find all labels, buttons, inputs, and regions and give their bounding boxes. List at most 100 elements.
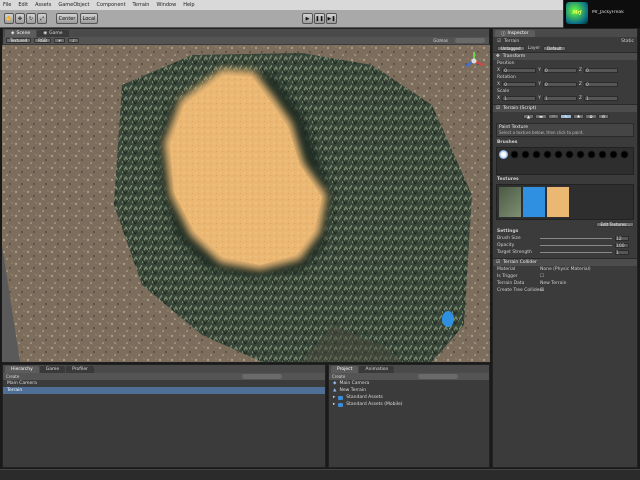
raise-terrain-tool[interactable]: ▲	[523, 114, 535, 119]
rotate-tool-button[interactable]: ↻	[26, 13, 36, 24]
hierarchy-create-button[interactable]: Create	[6, 374, 19, 379]
scene-tabs: ◈ Scene ◉ Game	[3, 29, 489, 37]
brush-item[interactable]	[620, 150, 629, 159]
scale-x-field[interactable]: 1	[502, 96, 537, 102]
pivot-toggle[interactable]: Center	[56, 13, 78, 24]
brush-item[interactable]	[554, 150, 563, 159]
brush-item[interactable]	[609, 150, 618, 159]
texture-sand-thumbnail[interactable]	[547, 187, 569, 217]
layer-dropdown[interactable]: Default	[543, 46, 566, 51]
place-trees-tool[interactable]: ♣	[572, 114, 585, 119]
scale-y-field[interactable]: 1	[542, 96, 577, 102]
lighting-toggle[interactable]: ☀	[53, 38, 66, 43]
collider-component-checkbox[interactable]: ☑	[496, 260, 500, 265]
scene-search-input[interactable]	[455, 38, 485, 43]
scene-controlbar: Textured RGB ☀ ♪ Gizmos	[3, 37, 489, 44]
tab-inspector[interactable]: ⓘ Inspector	[495, 30, 535, 37]
object-name[interactable]: Terrain	[504, 39, 519, 44]
transform-header[interactable]: ✥ Transform	[493, 52, 637, 60]
rotation-z-field[interactable]: 0	[583, 82, 618, 88]
tab-game[interactable]: ◉ Game	[37, 30, 69, 37]
scene-viewport[interactable]	[2, 45, 490, 362]
project-item-standard-assets[interactable]: ▸ Standard Assets	[329, 394, 489, 401]
pause-button[interactable]: ❚❚	[314, 13, 325, 24]
tab-profiler[interactable]: Profiler	[66, 366, 95, 373]
step-button[interactable]: ▶❚	[326, 13, 337, 24]
tab-scene[interactable]: ◈ Scene	[5, 30, 37, 37]
material-field[interactable]: None (Physic Material)	[540, 267, 591, 272]
texture-water-thumbnail[interactable]	[523, 187, 545, 217]
tree-colliders-checkbox[interactable]: ☑	[540, 288, 544, 293]
target-strength-slider[interactable]	[540, 252, 612, 253]
opacity-field[interactable]: 100	[615, 243, 629, 249]
project-item-label: Standard Assets (Mobile)	[346, 402, 403, 407]
brush-item[interactable]	[543, 150, 552, 159]
menu-gameobject[interactable]: GameObject	[58, 2, 89, 8]
menu-edit[interactable]: Edit	[18, 2, 28, 8]
brush-item[interactable]	[565, 150, 574, 159]
brush-item[interactable]	[510, 150, 519, 159]
rotation-y-field[interactable]: 0	[542, 82, 577, 88]
shading-dropdown[interactable]: Textured	[6, 38, 32, 43]
audio-toggle[interactable]: ♪	[68, 38, 79, 43]
hierarchy-item-main-camera[interactable]: Main Camera	[3, 380, 325, 387]
play-button[interactable]: ▶	[302, 13, 313, 24]
menu-file[interactable]: File	[3, 2, 11, 8]
paint-height-tool[interactable]: ▬	[535, 114, 547, 119]
smooth-height-tool[interactable]: ◠	[547, 114, 560, 119]
brush-item[interactable]	[576, 150, 585, 159]
project-item-new-terrain[interactable]: ▲ New Terrain	[329, 387, 489, 394]
terrain-settings-tool[interactable]: ⚙	[597, 114, 610, 119]
project-create-button[interactable]: Create	[332, 374, 345, 379]
scale-tool-button[interactable]: ⤢	[37, 13, 47, 24]
brush-item[interactable]	[521, 150, 530, 159]
texture-rock-thumbnail[interactable]	[499, 187, 521, 217]
rotation-x-field[interactable]: 0	[502, 82, 537, 88]
edit-textures-button[interactable]: Edit Textures...	[596, 222, 634, 227]
project-item-standard-assets-mobile[interactable]: ▸ Standard Assets (Mobile)	[329, 401, 489, 408]
hierarchy-item-terrain[interactable]: Terrain	[3, 387, 325, 394]
target-strength-field[interactable]: 1	[615, 250, 629, 256]
is-trigger-checkbox[interactable]: ☐	[540, 274, 544, 279]
terrain-script-header[interactable]: ☑ Terrain (Script)	[493, 104, 637, 112]
scene-orientation-gizmo[interactable]	[464, 51, 484, 71]
position-y-field[interactable]: 0	[542, 68, 577, 74]
position-x-field[interactable]: 0	[502, 68, 537, 74]
static-toggle[interactable]: Static	[621, 39, 634, 44]
terrain-data-field[interactable]: New Terrain	[540, 281, 566, 286]
tab-game-2[interactable]: Game	[39, 366, 66, 373]
render-mode-dropdown[interactable]: RGB	[34, 38, 51, 43]
object-active-checkbox[interactable]: ☑	[497, 39, 501, 44]
project-item-main-camera[interactable]: ◆ Main Camera	[329, 380, 489, 387]
hierarchy-search-input[interactable]	[242, 374, 283, 379]
rotation-label: Rotation	[497, 75, 516, 80]
tab-hierarchy[interactable]: Hierarchy	[5, 366, 39, 373]
terrain-component-checkbox[interactable]: ☑	[496, 106, 500, 111]
menu-window[interactable]: Window	[156, 2, 176, 8]
brush-selected[interactable]	[499, 150, 508, 159]
hand-tool-button[interactable]: ✋	[4, 13, 14, 24]
move-tool-button[interactable]: ✥	[15, 13, 25, 24]
menu-help[interactable]: Help	[183, 2, 194, 8]
menu-component[interactable]: Component	[97, 2, 126, 8]
tab-animation[interactable]: Animation	[359, 366, 395, 373]
opacity-slider[interactable]	[540, 245, 612, 246]
brush-size-slider[interactable]	[540, 238, 612, 239]
gizmos-dropdown[interactable]: Gizmos	[433, 38, 448, 43]
brush-item[interactable]	[532, 150, 541, 159]
position-z-field[interactable]: 0	[583, 68, 618, 74]
brush-size-field[interactable]: 12	[615, 236, 629, 242]
brush-item[interactable]	[587, 150, 596, 159]
tag-dropdown[interactable]: Untagged	[497, 46, 525, 51]
scale-z-field[interactable]: 1	[583, 96, 618, 102]
tab-project[interactable]: Project	[331, 366, 359, 373]
terrain-collider-header[interactable]: ☑ Terrain Collider	[493, 258, 637, 266]
menu-assets[interactable]: Assets	[35, 2, 51, 8]
project-search-input[interactable]	[418, 374, 459, 379]
brush-item[interactable]	[598, 150, 607, 159]
space-toggle[interactable]: Local	[80, 13, 98, 24]
menu-terrain[interactable]: Terrain	[133, 2, 150, 8]
paint-texture-tool[interactable]: ✎	[560, 114, 572, 119]
paint-details-tool[interactable]: ✿	[585, 114, 597, 119]
material-row: Material None (Physic Material)	[493, 266, 637, 273]
